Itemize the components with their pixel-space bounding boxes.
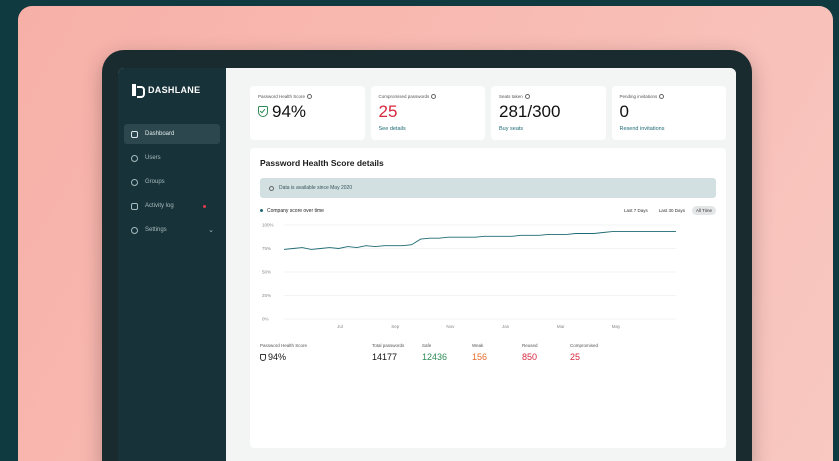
main-content: Password Health Score 94% Compromised pa…	[226, 68, 736, 461]
sidebar-item-dashboard[interactable]: Dashboard	[124, 124, 220, 144]
time-filter-group: Last 7 Days Last 30 Days All Time	[620, 206, 716, 215]
sidebar: DASHLANE Dashboard Users Groups Activity…	[118, 68, 226, 461]
summary-label: Password Health Score	[260, 343, 308, 348]
stat-value: 281/300	[499, 102, 561, 121]
health-score-chart: 100% 75% 50% 25% 0% Jul Sep Nov Jan Mar May	[262, 223, 676, 329]
y-tick-label: 25%	[262, 293, 271, 298]
chart-header: Company score over time Last 7 Days Last…	[260, 206, 716, 215]
buy-seats-link[interactable]: Buy seats	[499, 126, 598, 132]
summary-score: Password Health Score 94%	[260, 343, 372, 362]
summary-value: 94%	[268, 352, 287, 362]
laptop-frame: DASHLANE Dashboard Users Groups Activity…	[102, 50, 752, 461]
dashboard-icon	[131, 130, 138, 138]
stat-label: Seats taken	[499, 94, 523, 99]
sidebar-item-groups[interactable]: Groups	[124, 172, 220, 192]
brand-name: DASHLANE	[148, 85, 201, 95]
summary-compromised: Compromised 25	[570, 343, 620, 362]
chart-legend: Company score over time	[260, 208, 324, 214]
summary-value: 14177	[372, 352, 398, 362]
x-tick-label: Mar	[557, 324, 565, 329]
legend-dot-icon	[260, 209, 263, 212]
summary-label: Compromised	[570, 343, 599, 348]
stat-label: Password Health Score	[258, 94, 306, 99]
summary-label: Total passwords	[372, 343, 405, 348]
section-title: Password Health Score details	[260, 158, 384, 168]
summary-value: 12436	[422, 352, 448, 362]
stat-label: Compromised passwords	[378, 94, 430, 99]
stat-value: 0	[619, 102, 629, 121]
y-tick-label: 0%	[262, 317, 269, 322]
sidebar-item-label: Settings	[145, 227, 167, 233]
summary-weak: Weak 156	[472, 343, 522, 362]
resend-invitations-link[interactable]: Resend invitations	[620, 126, 719, 132]
summary-value: 25	[570, 352, 581, 362]
password-summary: Password Health Score 94% Total password…	[260, 343, 716, 362]
filter-last-7-days[interactable]: Last 7 Days	[620, 206, 652, 215]
stat-card-compromised: Compromised passwords 25 See details	[370, 86, 485, 140]
sidebar-item-label: Users	[145, 155, 161, 161]
x-tick-label: Jan	[502, 324, 510, 329]
info-icon	[269, 185, 274, 191]
sidebar-item-label: Activity log	[145, 203, 174, 209]
shield-check-icon	[258, 106, 268, 117]
info-icon[interactable]	[659, 94, 665, 99]
sidebar-item-settings[interactable]: Settings ⌄	[124, 220, 220, 240]
x-tick-label: May	[612, 324, 621, 329]
stat-value: 94%	[272, 102, 307, 121]
summary-value: 156	[472, 352, 488, 362]
info-icon[interactable]	[524, 94, 530, 99]
stat-card-invitations: Pending invitations 0 Resend invitations	[611, 86, 726, 140]
summary-label: Safe	[422, 343, 432, 348]
stat-card-health-score: Password Health Score 94%	[250, 86, 365, 140]
dashlane-logo-icon	[132, 84, 145, 98]
filter-last-30-days[interactable]: Last 30 Days	[655, 206, 689, 215]
stat-label: Pending invitations	[619, 94, 658, 99]
app-screen: DASHLANE Dashboard Users Groups Activity…	[118, 68, 736, 461]
series-line	[283, 231, 676, 250]
summary-value: 850	[522, 352, 538, 362]
shield-icon	[260, 353, 266, 361]
info-icon[interactable]	[431, 94, 437, 99]
summary-label: Reused	[522, 343, 538, 348]
sidebar-item-label: Dashboard	[145, 131, 175, 137]
y-tick-label: 75%	[262, 246, 271, 251]
settings-icon	[131, 226, 138, 234]
x-tick-label: Jul	[337, 324, 343, 329]
stats-row: Password Health Score 94% Compromised pa…	[250, 86, 726, 140]
stat-card-seats: Seats taken 281/300 Buy seats	[491, 86, 606, 140]
notification-dot	[203, 205, 206, 208]
summary-total: Total passwords 14177	[372, 343, 422, 362]
banner-text: Data is available since May 2020	[279, 185, 353, 191]
x-tick-label: Sep	[391, 324, 400, 329]
y-tick-label: 100%	[262, 223, 274, 228]
info-banner: Data is available since May 2020	[260, 178, 716, 198]
info-icon[interactable]	[307, 94, 313, 99]
summary-label: Weak	[472, 343, 484, 348]
promo-background: DASHLANE Dashboard Users Groups Activity…	[18, 6, 833, 461]
sidebar-item-activity-log[interactable]: Activity log	[124, 196, 220, 216]
legend-label: Company score over time	[267, 207, 324, 214]
see-details-link[interactable]: See details	[379, 126, 478, 132]
filter-all-time[interactable]: All Time	[691, 206, 716, 215]
summary-reused: Reused 850	[522, 343, 570, 362]
health-details-panel: Password Health Score details Data is av…	[250, 148, 726, 448]
groups-icon	[131, 178, 138, 186]
chevron-down-icon: ⌄	[208, 227, 214, 234]
activity-log-icon	[131, 202, 138, 210]
sidebar-item-label: Groups	[145, 179, 165, 185]
users-icon	[131, 154, 138, 162]
brand-logo[interactable]: DASHLANE	[124, 84, 220, 98]
x-tick-label: Nov	[446, 324, 455, 329]
stat-value: 25	[378, 102, 398, 121]
sidebar-item-users[interactable]: Users	[124, 148, 220, 168]
y-tick-label: 50%	[262, 270, 271, 275]
summary-safe: Safe 12436	[422, 343, 472, 362]
